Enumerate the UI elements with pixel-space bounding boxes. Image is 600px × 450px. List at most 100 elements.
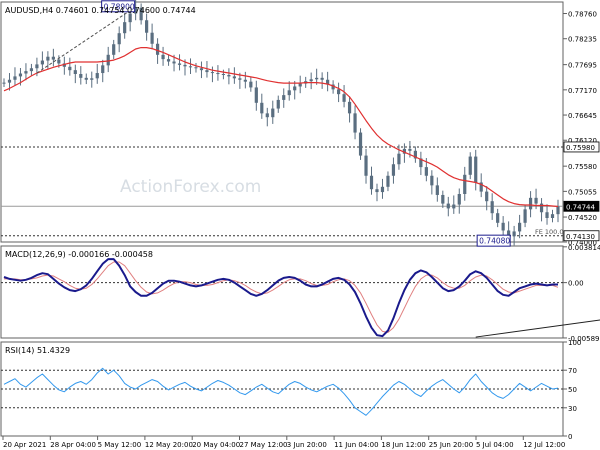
candle-body — [95, 73, 99, 79]
fibonacci-label: FE 100.0 — [535, 228, 564, 236]
candle-body — [391, 164, 396, 176]
candle-body — [145, 20, 149, 33]
candle-body — [57, 59, 61, 64]
candle-body — [112, 44, 116, 55]
candle-body — [254, 87, 258, 103]
candle-body — [485, 191, 489, 202]
x-axis-tick-label: 18 Jun 12:00 — [381, 441, 425, 449]
price-axis-tick-label: 0.74520 — [568, 214, 597, 222]
candle-body — [51, 56, 55, 60]
candle-body — [24, 71, 28, 74]
candle-body — [46, 56, 50, 61]
candle-body — [501, 222, 505, 231]
candle-body — [397, 153, 401, 165]
chart-background — [0, 0, 600, 450]
x-axis-tick-label: 27 May 12:00 — [240, 441, 288, 449]
candle-body — [84, 77, 88, 80]
candle-body — [435, 185, 439, 195]
candle-body — [29, 68, 34, 72]
candle-body — [336, 89, 341, 95]
candle-body — [430, 175, 434, 186]
candle-body — [194, 67, 198, 69]
rsi-axis-tick-label: 100 — [568, 339, 581, 347]
macd-axis-tick-label: 0.003814 — [568, 244, 600, 252]
candle-body — [309, 79, 313, 82]
candle-body — [177, 63, 182, 65]
price-axis-tick-label: 0.75580 — [568, 163, 597, 171]
candle-body — [556, 206, 560, 215]
candle-body — [216, 73, 220, 75]
macd-axis-tick-label: 0.00 — [568, 280, 584, 288]
candle-body — [408, 148, 412, 151]
candle-body — [463, 174, 467, 194]
candle-body — [518, 222, 522, 232]
candle-body — [424, 167, 428, 176]
candle-body — [380, 186, 385, 193]
candle-body — [243, 79, 247, 82]
candle-body — [298, 83, 302, 87]
price-tag-label: 0.74744 — [566, 203, 595, 211]
price-axis-tick-label: 0.77170 — [568, 87, 597, 95]
candle-body — [18, 73, 23, 77]
low-label: 0.74080 — [479, 237, 510, 246]
candle-body — [369, 175, 374, 190]
candle-body — [474, 156, 478, 183]
x-axis-tick-label: 12 Jul 12:00 — [523, 441, 565, 449]
candle-body — [545, 212, 549, 218]
x-axis-tick-label: 12 May 20:00 — [145, 441, 193, 449]
candle-body — [199, 68, 204, 71]
x-axis-tick-label: 11 Jun 04:00 — [334, 441, 378, 449]
rsi-axis-tick-label: 70 — [568, 367, 577, 375]
price-axis-tick-label: 0.77695 — [568, 62, 597, 70]
candle-body — [528, 197, 533, 210]
rsi-pane-title: RSI(14) 51.4329 — [5, 346, 70, 355]
candle-body — [452, 204, 456, 209]
candle-body — [260, 102, 264, 114]
candle-body — [347, 101, 352, 114]
candle-body — [353, 113, 357, 133]
candle-body — [446, 203, 450, 209]
candle-body — [13, 76, 17, 80]
macd-pane-title: MACD(12,26,9) -0.000166 -0.000458 — [5, 250, 153, 259]
candle-body — [265, 113, 269, 118]
candle-body — [523, 209, 527, 223]
candle-body — [205, 70, 209, 73]
rsi-axis-tick-label: 30 — [568, 405, 577, 413]
candle-body — [534, 197, 538, 204]
candle-body — [386, 175, 390, 187]
candle-body — [539, 203, 544, 213]
candle-body — [287, 90, 291, 96]
candle-body — [238, 78, 242, 80]
candle-body — [172, 61, 176, 64]
candle-body — [183, 64, 187, 67]
x-axis-tick-label: 20 Apr 2021 — [3, 441, 46, 449]
x-axis-tick-label: 5 May 12:00 — [98, 441, 142, 449]
candle-body — [342, 94, 346, 102]
candle-body — [35, 64, 39, 69]
candle-body — [227, 74, 231, 77]
rsi-axis-tick-label: 0 — [568, 433, 572, 441]
price-pane-title: AUDUSD,H4 0.74601 0.74754 0.74600 0.7474… — [5, 6, 196, 15]
candle-body — [496, 213, 500, 223]
candle-body — [315, 77, 319, 80]
candle-body — [282, 95, 286, 100]
candle-body — [441, 194, 445, 204]
price-axis-tick-label: 0.76645 — [568, 112, 597, 120]
candle-body — [155, 43, 160, 55]
watermark: ActionForex.com — [120, 177, 261, 197]
x-axis-tick-label: 28 Apr 04:00 — [50, 441, 96, 449]
candle-body — [276, 99, 280, 109]
candle-body — [117, 33, 121, 45]
candle-body — [123, 22, 127, 34]
candle-body — [221, 74, 226, 75]
candle-body — [550, 214, 555, 218]
candle-body — [457, 194, 461, 205]
candle-body — [271, 108, 275, 118]
x-axis-tick-label: 20 May 04:00 — [192, 441, 240, 449]
candle-body — [161, 54, 165, 60]
candle-body — [210, 72, 215, 74]
candle-body — [2, 82, 6, 84]
candle-body — [320, 77, 324, 80]
candle-body — [490, 201, 494, 214]
x-axis-tick-label: 5 Jul 04:00 — [476, 441, 514, 449]
